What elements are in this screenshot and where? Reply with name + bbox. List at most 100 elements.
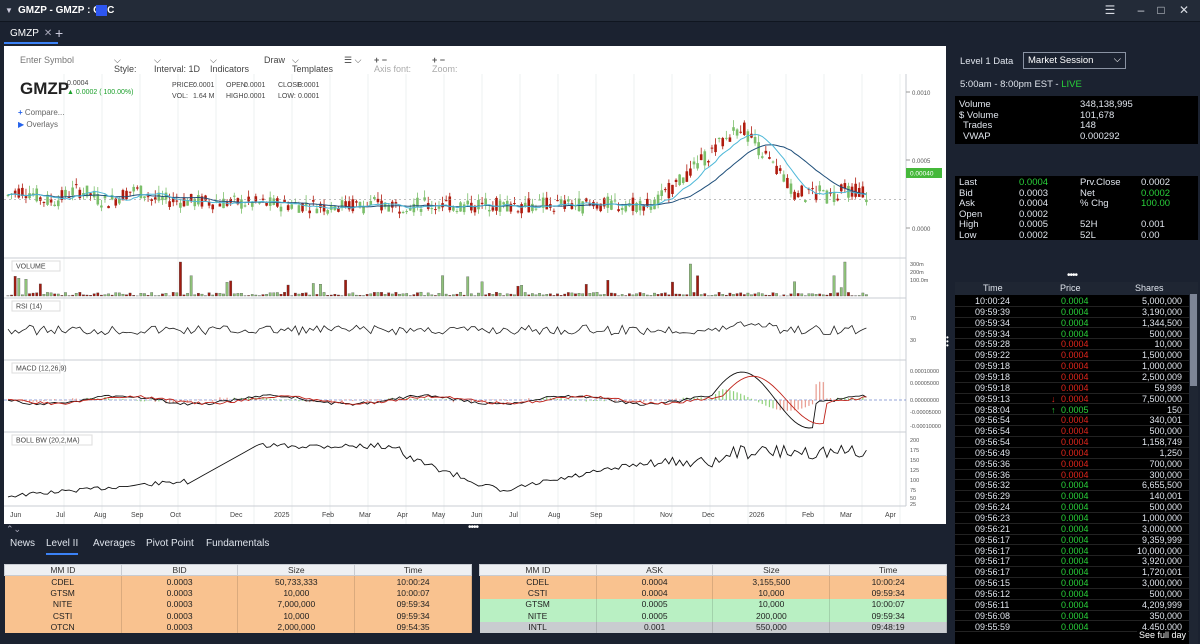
time-sales-row[interactable]: 09:56:12 0.0004 500,000 (955, 589, 1190, 600)
add-tab-icon[interactable]: + (55, 25, 63, 41)
bid-cell-mm: GTSM (4, 587, 122, 599)
candle-body (836, 198, 839, 201)
ask-row[interactable]: NITE 0.0005 200,000 09:59:34 (479, 610, 947, 622)
time-sales-row[interactable]: 09:56:17 0.0004 10,000,000 (955, 546, 1190, 557)
bid-row[interactable]: GTSM 0.0003 10,000 10:00:07 (4, 587, 472, 599)
zoom-control[interactable]: Zoom: + − (432, 55, 458, 74)
ask-row[interactable]: INTL 0.001 550,000 09:48:19 (479, 621, 947, 633)
time-sales-row[interactable]: 09:59:22 0.0004 1,500,000 (955, 350, 1190, 362)
time-sales-row[interactable]: 09:56:24 0.0004 500,000 (955, 502, 1190, 513)
bid-row[interactable]: NITE 0.0003 7,000,000 09:59:34 (4, 598, 472, 610)
volume-bar (175, 292, 179, 297)
time-sales-row[interactable]: 09:59:18 0.0004 2,500,009 (955, 372, 1190, 383)
candle-body (466, 200, 470, 205)
time-sales-row[interactable]: 09:56:36 0.0004 700,000 (955, 459, 1190, 470)
time-sales-row[interactable]: 10:00:24 0.0004 5,000,000 (955, 296, 1190, 307)
time-sales-row[interactable]: 09:59:13 ↓ 0.0004 7,500,000 (955, 394, 1190, 405)
time-sales-row[interactable]: 09:56:36 0.0004 300,000 (955, 470, 1190, 481)
time-sales-row[interactable]: 09:59:18 0.0004 59,999 (955, 383, 1190, 394)
tab-level-ii[interactable]: Level II (46, 538, 79, 555)
close-tab-icon[interactable]: ✕ (44, 28, 52, 39)
scrollbar-thumb[interactable] (1190, 294, 1197, 386)
bid-col-bid[interactable]: BID (120, 564, 239, 576)
panel-resize-handle[interactable]: •••• (1067, 270, 1078, 281)
tab-fundamentals[interactable]: Fundamentals (206, 538, 269, 549)
tab-pivot-point[interactable]: Pivot Point (146, 538, 194, 549)
draw-button[interactable]: Draw (264, 55, 285, 65)
candle-body (279, 206, 283, 212)
ask-col-time[interactable]: Time (829, 564, 947, 576)
hamburger-menu-icon[interactable]: ☰ (1102, 3, 1118, 17)
time-sales-row[interactable]: 09:56:15 0.0004 3,000,000 (955, 578, 1190, 589)
bid-row[interactable]: OTCN 0.0003 2,000,000 09:54:35 (4, 621, 472, 633)
time-sales-row[interactable]: 09:56:32 0.0004 6,655,500 (955, 480, 1190, 492)
axis-tick-label: 0.00010000 (910, 369, 939, 375)
price-chart[interactable]: 0.0010 0.0005 0.0000 0.00040 VOLUME RSI (14) M… (4, 74, 946, 524)
ask-row[interactable]: CDEL 0.0004 3,155,500 10:00:24 (479, 575, 947, 587)
axis-font-control[interactable]: Axis font: + − (374, 55, 411, 74)
ask-col-mmid[interactable]: MM ID (479, 564, 597, 576)
time-sales-row[interactable]: 09:59:34 0.0004 500,000 (955, 329, 1190, 340)
time-sales-row[interactable]: 09:56:17 0.0004 3,920,000 (955, 556, 1190, 568)
axis-tick-label: 0.00000000 (910, 398, 939, 404)
maximize-icon[interactable]: □ (1153, 3, 1169, 17)
time-sales-row[interactable]: 09:56:54 0.0004 500,000 (955, 426, 1190, 437)
symbol-input[interactable]: Enter Symbol (20, 55, 74, 65)
see-full-day-link[interactable]: See full day (1137, 630, 1189, 640)
ask-row[interactable]: GTSM 0.0005 10,000 10:00:07 (479, 598, 947, 610)
stat-label: Volume (959, 99, 991, 110)
time-sales-row[interactable]: 09:56:21 0.0004 3,000,000 (955, 524, 1190, 535)
dropdown-triangle-icon[interactable]: ▼ (5, 6, 13, 15)
time-sales-row[interactable]: 09:56:23 0.0004 1,000,000 (955, 513, 1190, 524)
indicators-dropdown[interactable]: Indicators ⌵ (210, 55, 249, 74)
horizontal-resize-handle[interactable]: •••• (468, 522, 479, 533)
tab-news[interactable]: News (10, 538, 35, 549)
volume-bar (128, 292, 132, 297)
minimize-icon[interactable]: – (1133, 3, 1149, 17)
templates-dropdown[interactable]: Templates ⌵ (292, 55, 333, 74)
candle-body (13, 190, 17, 194)
session-select[interactable]: Market Session ⌵ (1023, 52, 1126, 69)
time-sales-row[interactable]: 09:56:29 0.0004 140,001 (955, 491, 1190, 503)
candle-body (290, 204, 294, 209)
time-sales-row[interactable]: 09:59:28 0.0004 10,000 (955, 339, 1190, 351)
ask-row[interactable]: CSTI 0.0004 10,000 09:59:34 (479, 587, 947, 599)
ts-col-shares[interactable]: Shares (1135, 283, 1164, 293)
bid-col-mmid[interactable]: MM ID (4, 564, 122, 576)
bid-row[interactable]: CDEL 0.0003 50,733,333 10:00:24 (4, 575, 472, 587)
candle-body (786, 177, 789, 189)
volume-bar (548, 293, 552, 297)
time-sales-row[interactable]: 09:59:34 0.0004 1,344,500 (955, 318, 1190, 329)
overlays-button[interactable]: ▶ Overlays (18, 120, 58, 129)
ts-col-price[interactable]: Price (1060, 283, 1081, 293)
candle-body (426, 203, 430, 209)
style-dropdown[interactable]: Style: ⌵ (114, 55, 137, 74)
time-sales-row[interactable]: 09:56:17 0.0004 1,720,001 (955, 567, 1190, 579)
ask-col-size[interactable]: Size (712, 564, 831, 576)
time-sales-row[interactable]: 09:56:08 0.0004 350,000 (955, 611, 1190, 622)
time-sales-row[interactable]: 09:58:04 ↑ 0.0005 150 (955, 405, 1190, 416)
time-sales-row[interactable]: 09:56:54 0.0004 340,001 (955, 415, 1190, 427)
close-icon[interactable]: ✕ (1176, 3, 1192, 17)
ask-col-ask[interactable]: ASK (595, 564, 714, 576)
bid-col-size[interactable]: Size (237, 564, 356, 576)
vertical-resize-handle[interactable]: • • • (946, 334, 949, 350)
time-sales-row[interactable]: 09:56:17 0.0004 9,359,999 (955, 535, 1190, 546)
volume-bar (78, 292, 82, 297)
bid-row[interactable]: CSTI 0.0003 10,000 09:59:34 (4, 610, 472, 622)
time-sales-row[interactable]: 09:56:49 0.0004 1,250 (955, 448, 1190, 459)
interval-dropdown[interactable]: Interval: 1D ⌵ (154, 55, 200, 74)
panel-label: VOLUME (16, 264, 46, 271)
time-sales-row[interactable]: 09:59:39 0.0004 3,190,000 (955, 307, 1190, 318)
time-sales-row[interactable]: 09:59:18 0.0004 1,000,000 (955, 361, 1190, 372)
time-sales-row[interactable]: 09:56:54 0.0004 1,158,749 (955, 437, 1190, 448)
ts-col-time[interactable]: Time (983, 283, 1003, 293)
compare-button[interactable]: + Compare... (18, 108, 64, 117)
chart-settings-icon[interactable]: ☰ ⌵ (344, 55, 361, 66)
tab-averages[interactable]: Averages (93, 538, 135, 549)
bid-col-time[interactable]: Time (354, 564, 472, 576)
tab-gmzp[interactable]: GMZP ✕ (4, 25, 59, 44)
volume-bar (768, 295, 771, 297)
color-link-icon[interactable] (96, 5, 107, 16)
time-sales-row[interactable]: 09:56:11 0.0004 4,209,999 (955, 600, 1190, 611)
